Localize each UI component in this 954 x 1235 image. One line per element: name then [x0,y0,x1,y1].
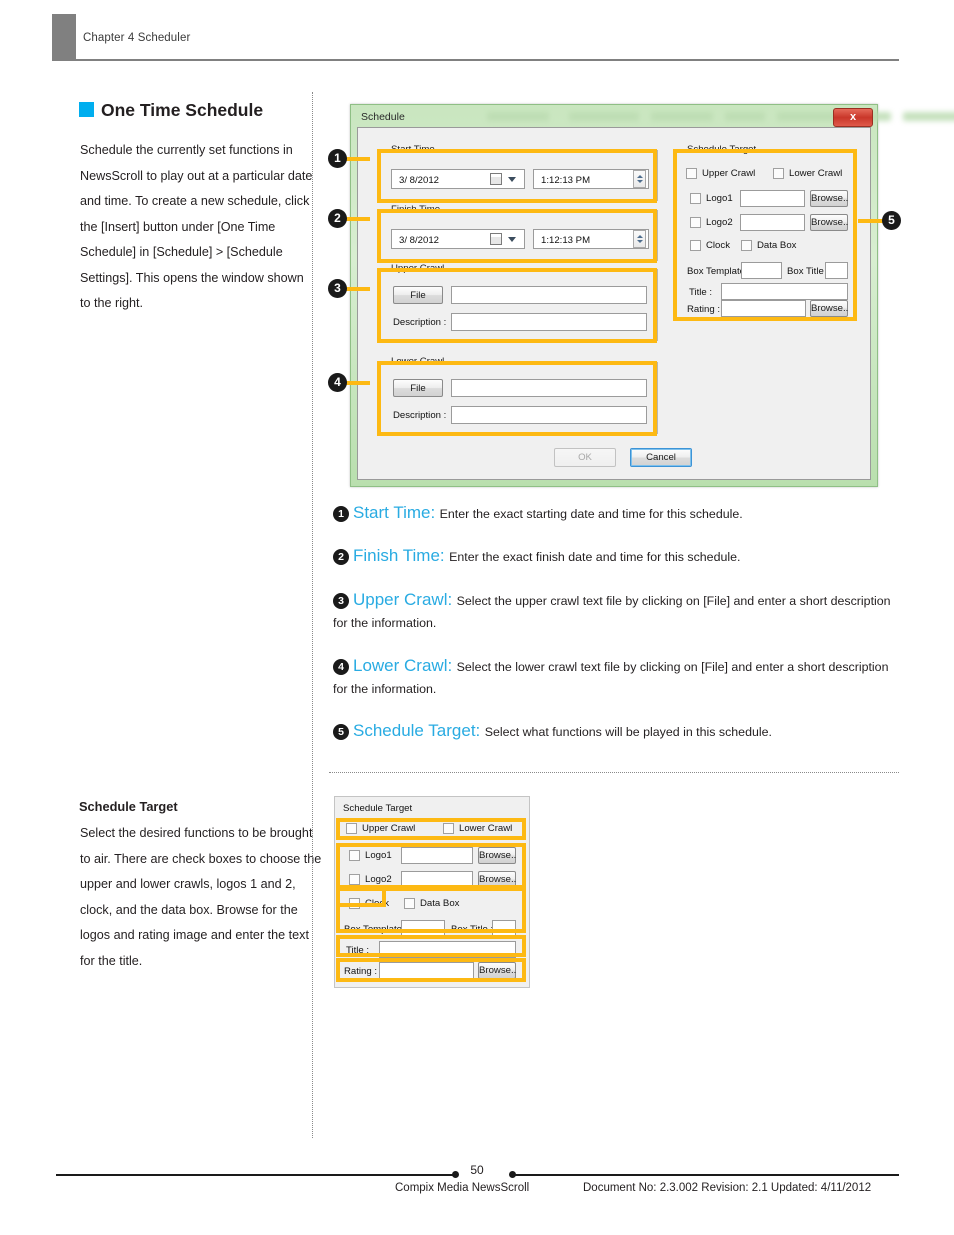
legend-term: Start Time: [353,503,436,522]
chapter-header-text: Chapter 4 Scheduler [83,32,191,44]
subsection-title: Schedule Target [79,799,178,814]
highlight-schedule-target [673,149,857,321]
blurred-title-text [777,112,839,121]
legend-number: 1 [333,506,349,522]
callout-5: 5 [882,211,901,230]
callout-3: 3 [328,279,347,298]
panel-highlight-title [336,935,526,957]
callout-leader-1 [344,157,370,161]
callout-leader-2 [344,217,370,221]
legend-term: Upper Crawl: [353,590,453,609]
blurred-title-text [903,112,954,121]
callout-leader-3 [344,287,370,291]
legend-desc: Enter the exact finish date and time for… [449,550,741,564]
blurred-title-text [651,112,713,121]
close-icon[interactable]: x [833,108,873,127]
section-marker-icon [79,102,94,117]
vertical-divider [312,92,313,1138]
legend-number: 3 [333,593,349,609]
schedule-dialog: Schedule x Start Time 3/ 8/2012 1:12:13 … [350,104,954,487]
legend-number: 2 [333,549,349,565]
header-rule [52,59,899,61]
legend-desc: Enter the exact starting date and time f… [439,507,743,521]
panel-highlight-logos [336,843,526,891]
subsection-paragraph: Select the desired functions to be broug… [80,826,322,968]
panel-group-label: Schedule Target [343,803,413,814]
footer-right-text: Document No: 2.3.002 Revision: 2.1 Updat… [583,1182,872,1194]
blurred-title-text [487,112,549,121]
legend-number: 4 [333,659,349,675]
intro-paragraph: Schedule the currently set functions in … [80,143,313,310]
footer-rule-right [514,1174,899,1176]
section-title-text: One Time Schedule [101,100,264,120]
cancel-button[interactable]: Cancel [630,448,692,467]
footer-left-text: Compix Media NewsScroll [395,1182,530,1194]
callout-4: 4 [328,373,347,392]
horizontal-divider [329,772,899,773]
legend-item-5: 5 Schedule Target: Select what functions … [333,721,905,743]
panel-highlight-clock [336,885,386,907]
chapter-header-block [52,14,76,61]
legend-item-3: 3 Upper Crawl: Select the upper crawl tex… [333,590,905,634]
panel-highlight-rating [336,958,526,982]
callout-leader-4 [344,381,370,385]
ok-button[interactable]: OK [554,448,616,467]
legend-term: Finish Time: [353,546,445,565]
dialog-title: Schedule [361,111,405,123]
legend-number: 5 [333,724,349,740]
legend-item-1: 1 Start Time: Enter the exact starting da… [333,503,905,525]
callout-2: 2 [328,209,347,228]
blurred-title-text [569,112,639,121]
highlight-lower-crawl [377,361,657,436]
highlight-upper-crawl [377,268,657,343]
callout-leader-5 [858,219,884,223]
highlight-start-time [377,149,657,203]
legend-item-2: 2 Finish Time: Enter the exact finish dat… [333,546,905,568]
legend-item-4: 4 Lower Crawl: Select the lower crawl tex… [333,656,905,700]
blurred-title-text [725,112,765,121]
legend-desc: Select what functions will be played in … [484,725,772,739]
callout-1: 1 [328,149,347,168]
panel-highlight-crawls [336,818,526,840]
legend-term: Lower Crawl: [353,656,453,675]
legend-term: Schedule Target: [353,721,481,740]
page-title: One Time Schedule [79,100,263,121]
highlight-finish-time [377,209,657,263]
